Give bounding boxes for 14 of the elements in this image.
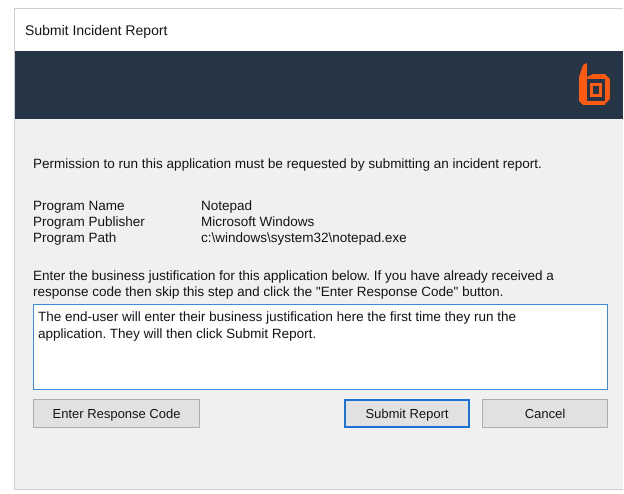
dialog-button[interactable]: Submit Report: [344, 399, 470, 428]
intro-text: Permission to run this application must be requested by submitting an incident report.: [33, 156, 543, 172]
dialog-button[interactable]: Enter Response Code: [33, 399, 200, 428]
dialog-button[interactable]: Cancel: [482, 399, 608, 428]
justification-field[interactable]: The end-user will enter their business justification here the first time they run the application. They will then click Submit Report.: [33, 304, 608, 390]
window-title: Submit Incident Report: [25, 22, 168, 38]
info-label: Program Name: [33, 198, 126, 214]
logo-icon: [577, 63, 611, 107]
info-value: c:\windows\system32\notepad.exe: [201, 230, 408, 246]
instructions-text: Enter the business justification for this application below. If you have already received a response code then skip this step and click the "Enter Response Code" button.: [33, 268, 555, 300]
info-label: Program Publisher: [33, 214, 146, 230]
info-value: Microsoft Windows: [201, 214, 316, 230]
info-label: Program Path: [33, 230, 118, 246]
info-value: Notepad: [201, 198, 254, 214]
